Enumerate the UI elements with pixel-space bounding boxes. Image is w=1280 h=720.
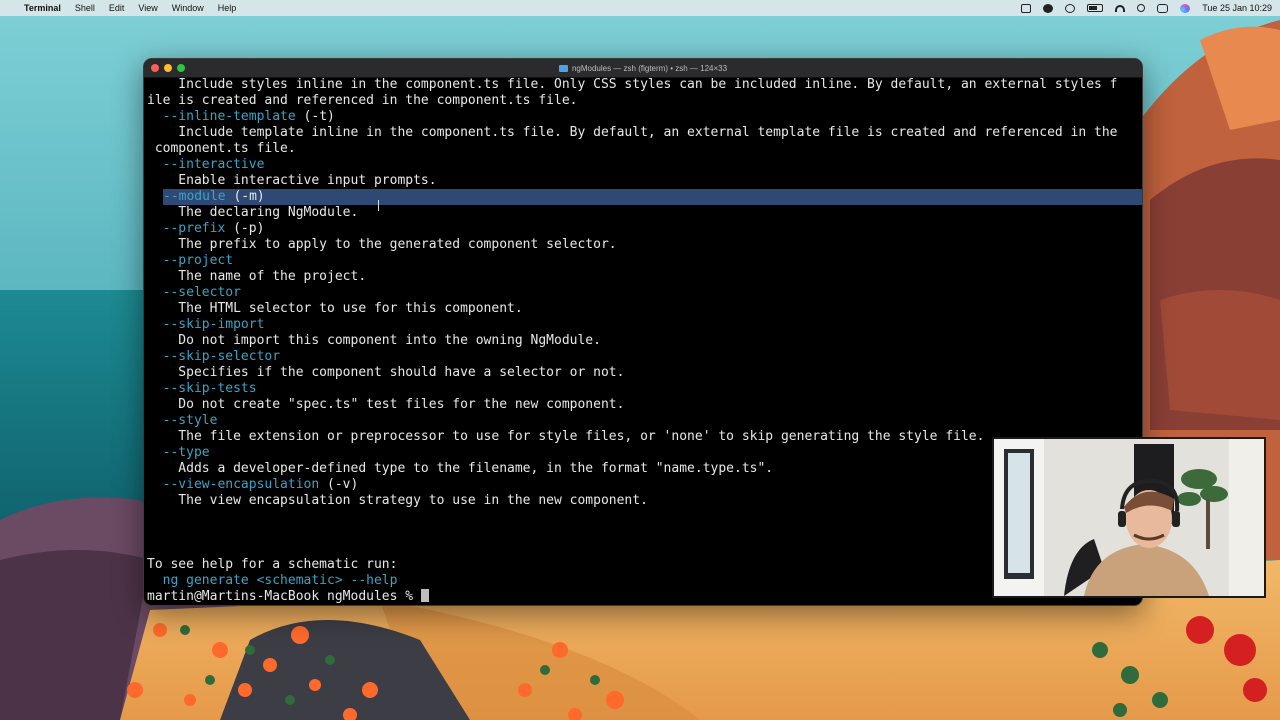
option-flag-line: --skip-selector <box>147 349 1142 365</box>
grammarly-icon[interactable] <box>1043 3 1054 13</box>
output-line: component.ts file. <box>147 141 296 156</box>
menu-item-edit[interactable]: Edit <box>109 3 125 13</box>
output-line: The prefix to apply to the generated com… <box>147 237 617 252</box>
option-flag: --module <box>163 189 226 204</box>
folder-icon <box>558 64 568 72</box>
output-line: Include template inline in the component… <box>147 125 1118 140</box>
option-flag: --project <box>162 253 234 268</box>
output-line: Enable interactive input prompts. <box>147 173 437 188</box>
battery-icon[interactable] <box>1087 4 1104 12</box>
option-flag: --skip-tests <box>162 381 257 396</box>
shell-prompt: martin@Martins-MacBook ngModules % <box>147 589 421 604</box>
text-cursor[interactable] <box>420 589 429 602</box>
menu-bar: Terminal Shell Edit View Window Help Tue… <box>0 0 1280 16</box>
option-flag: --type <box>162 445 210 460</box>
option-flag: --selector <box>162 285 241 300</box>
volume-icon[interactable] <box>1065 3 1076 13</box>
window-title-text: ngModules — zsh (figterm) • zsh — 124×33 <box>571 63 728 73</box>
help-command: ng generate <schematic> --help <box>147 573 398 588</box>
output-line: The name of the project. <box>147 269 367 284</box>
menu-item-shell[interactable]: Shell <box>75 3 95 13</box>
option-flag-line: --module (-m) <box>163 189 1142 205</box>
option-flag: --interactive <box>162 157 265 172</box>
output-line: Do not create "spec.ts" test files for t… <box>147 397 625 412</box>
option-alias: (-v) <box>319 477 359 492</box>
output-line: Do not import this component into the ow… <box>147 333 601 348</box>
option-flag: --inline-template <box>162 109 296 124</box>
window-titlebar[interactable]: ngModules — zsh (figterm) • zsh — 124×33 <box>144 59 1142 78</box>
zoom-icon[interactable] <box>177 64 185 72</box>
siri-icon[interactable] <box>1180 3 1191 13</box>
webcam-overlay <box>992 437 1266 598</box>
option-flag-line: --skip-import <box>147 317 1142 333</box>
option-flag-line: --inline-template (-t) <box>147 109 1142 125</box>
output-line: The HTML selector to use for this compon… <box>147 301 523 316</box>
window-title: ngModules — zsh (figterm) • zsh — 124×33 <box>558 63 728 73</box>
option-alias: (-p) <box>225 221 265 236</box>
option-flag: --prefix <box>162 221 226 236</box>
search-icon[interactable] <box>1137 4 1146 12</box>
option-flag-line: --project <box>147 253 1142 269</box>
option-alias: (-t) <box>295 109 335 124</box>
option-flag-line: --skip-tests <box>147 381 1142 397</box>
output-line: Specifies if the component should have a… <box>147 365 625 380</box>
option-flag: --style <box>162 413 218 428</box>
minimize-icon[interactable] <box>164 64 172 72</box>
menu-clock[interactable]: Tue 25 Jan 10:29 <box>1202 3 1272 13</box>
output-line: Include styles inline in the component.t… <box>147 77 1118 92</box>
option-flag-line: --selector <box>147 285 1142 301</box>
option-alias: (-m) <box>225 189 265 204</box>
traffic-lights <box>151 64 185 72</box>
option-flag-line: --prefix (-p) <box>147 221 1142 237</box>
option-flag: --skip-import <box>162 317 265 332</box>
menu-item-help[interactable]: Help <box>218 3 237 13</box>
option-flag-line: --style <box>147 413 1142 429</box>
close-icon[interactable] <box>151 64 159 72</box>
option-flag: --view-encapsulation <box>162 477 320 492</box>
wifi-icon[interactable] <box>1115 4 1126 12</box>
output-line: ile is created and referenced in the com… <box>147 93 578 108</box>
menu-item-window[interactable]: Window <box>172 3 204 13</box>
menu-item-view[interactable]: View <box>138 3 157 13</box>
option-flag-line: --interactive <box>147 157 1142 173</box>
output-line: The declaring NgModule. <box>147 205 359 220</box>
control-center-icon[interactable] <box>1157 3 1169 13</box>
option-flag: --skip-selector <box>162 349 281 364</box>
sidebar-icon[interactable] <box>1021 3 1032 13</box>
ibeam-cursor-icon <box>378 200 385 211</box>
menu-app-name[interactable]: Terminal <box>24 3 61 13</box>
